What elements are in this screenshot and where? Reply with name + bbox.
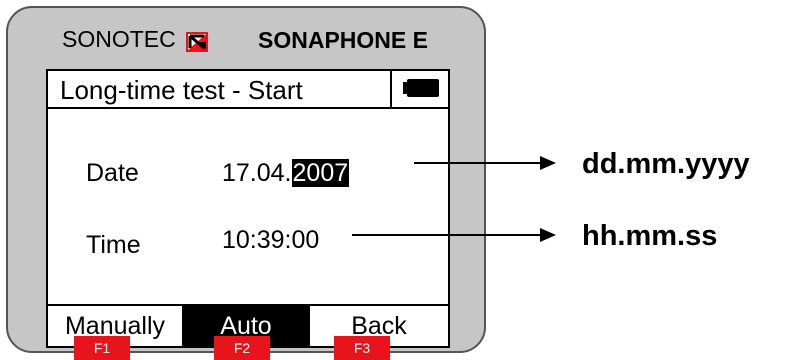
date-value-selected[interactable]: 2007 <box>291 159 350 187</box>
time-format-callout: hh.mm.ss <box>582 220 718 252</box>
date-arrow-line <box>414 162 544 164</box>
brand-sonotec: SONOTEC <box>62 26 176 52</box>
time-value[interactable]: 10:39:00 <box>222 226 319 255</box>
f3-key[interactable]: F3 <box>334 336 390 360</box>
battery-indicator <box>390 71 448 107</box>
f2-key[interactable]: F2 <box>214 336 270 360</box>
time-label: Time <box>86 231 141 259</box>
f1-key[interactable]: F1 <box>74 336 130 360</box>
brand-sonaphone: SONAPHONE E <box>258 27 428 53</box>
time-arrow-line <box>352 234 544 236</box>
device-body: SONOTEC SONAPHONE E Long-time test - Sta… <box>6 6 486 353</box>
date-label: Date <box>86 159 139 187</box>
date-format-callout: dd.mm.yyyy <box>582 148 750 180</box>
battery-icon <box>403 79 439 97</box>
title-bar: Long-time test - Start <box>48 71 448 109</box>
time-arrow-head-icon <box>540 228 556 242</box>
page-title: Long-time test - Start <box>60 75 303 105</box>
device-screen: Long-time test - Start Date 17.04.2007 T… <box>46 69 450 348</box>
date-value[interactable]: 17.04.2007 <box>222 159 350 188</box>
date-value-plain: 17.04. <box>222 159 292 187</box>
sonotec-logo-icon <box>186 32 208 52</box>
date-arrow-head-icon <box>540 156 556 170</box>
